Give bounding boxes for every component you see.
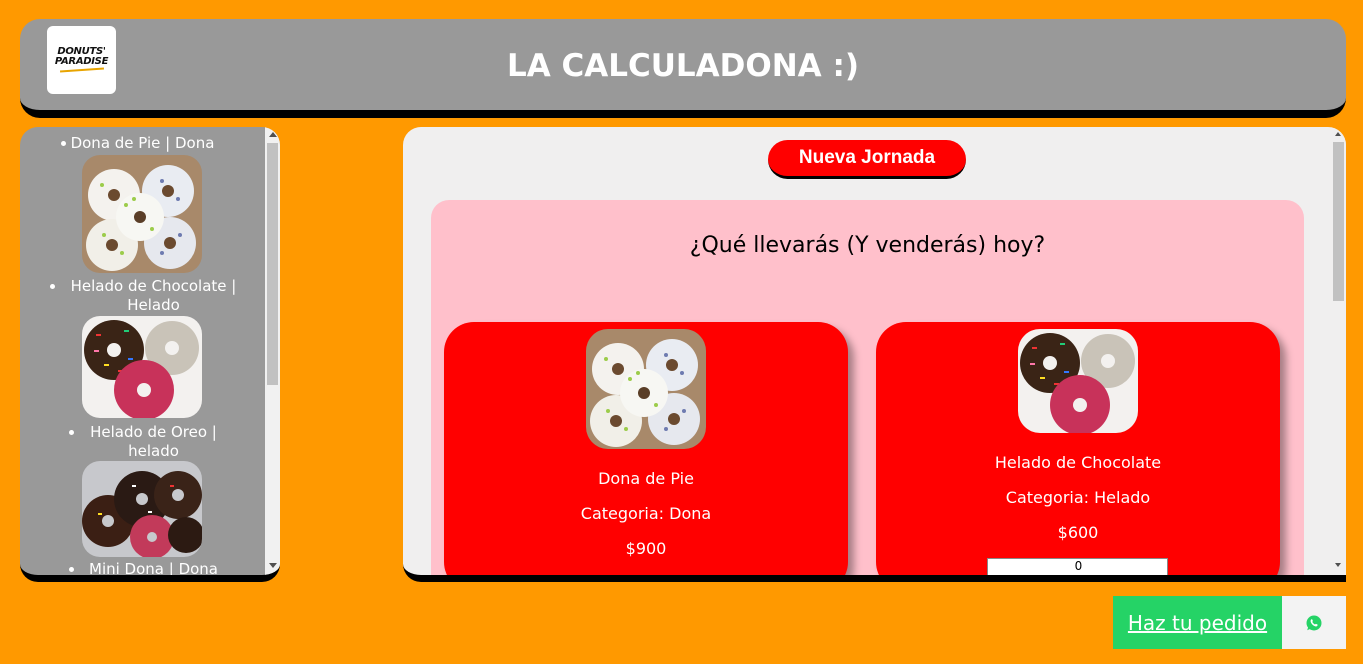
list-item[interactable]: Mini Dona | Dona: [20, 560, 265, 575]
products-section: ¿Qué llevarás (Y venderás) hoy? Dona de …: [431, 200, 1304, 575]
quantity-input[interactable]: 0: [987, 558, 1168, 575]
main-panel[interactable]: Nueva Jornada ¿Qué llevarás (Y venderás)…: [403, 127, 1346, 582]
bullet-icon: [50, 284, 55, 289]
list-item[interactable]: Dona de Pie | Dona: [20, 134, 265, 153]
helado-de-chocolate-image: [82, 316, 202, 418]
product-name: Helado de Chocolate: [994, 453, 1162, 472]
main-scroll-thumb[interactable]: [1333, 142, 1344, 301]
product-card[interactable]: Helado de Chocolate Categoria: Helado $6…: [876, 322, 1280, 575]
page-title: LA CALCULADONA :): [506, 48, 860, 84]
list-item-label: Helado de Oreo | helado: [90, 423, 217, 460]
product-price: $600: [1057, 523, 1099, 542]
sidebar-scroll-thumb[interactable]: [267, 143, 278, 385]
scroll-up-arrow-icon[interactable]: [1335, 132, 1341, 136]
product-price: $900: [625, 539, 667, 558]
main-scrollbar[interactable]: [1331, 127, 1346, 575]
bullet-icon: [61, 141, 66, 146]
sidebar-scrollbar[interactable]: [265, 127, 280, 575]
bullet-icon: [69, 430, 74, 435]
product-category: Categoria: Dona: [580, 504, 712, 523]
whatsapp-order-button[interactable]: Haz tu pedido: [1113, 596, 1346, 649]
product-sidebar[interactable]: Dona de Pie | Dona Helado de Chocolate |…: [20, 127, 280, 582]
scroll-down-arrow-icon[interactable]: [1335, 563, 1341, 567]
product-name: Dona de Pie: [598, 469, 694, 488]
scroll-up-arrow-icon[interactable]: [269, 132, 277, 137]
list-item[interactable]: Helado de Chocolate | Helado: [20, 277, 265, 315]
helado-de-oreo-image: [82, 461, 202, 557]
list-item-label: Helado de Chocolate | Helado: [70, 277, 237, 314]
product-list: Dona de Pie | Dona Helado de Chocolate |…: [20, 127, 265, 575]
list-item[interactable]: Helado de Oreo | helado: [20, 423, 265, 461]
scroll-down-arrow-icon[interactable]: [269, 563, 277, 568]
dona-de-pie-image: [586, 329, 706, 449]
helado-de-chocolate-image: [1018, 329, 1138, 433]
list-item-label: Mini Dona | Dona: [89, 560, 218, 575]
header: DONUTS' PARADISE LA CALCULADONA :): [20, 19, 1346, 118]
new-day-button[interactable]: Nueva Jornada: [768, 140, 966, 179]
whatsapp-order-label[interactable]: Haz tu pedido: [1113, 596, 1282, 649]
section-question: ¿Qué llevarás (Y venderás) hoy?: [689, 233, 1046, 258]
dona-de-pie-image: [82, 155, 202, 273]
whatsapp-icon[interactable]: [1282, 596, 1346, 649]
list-item-label: Dona de Pie | Dona: [70, 134, 215, 152]
bullet-icon: [69, 567, 74, 572]
product-category: Categoria: Helado: [1005, 488, 1151, 507]
product-card[interactable]: Dona de Pie Categoria: Dona $900: [444, 322, 848, 575]
